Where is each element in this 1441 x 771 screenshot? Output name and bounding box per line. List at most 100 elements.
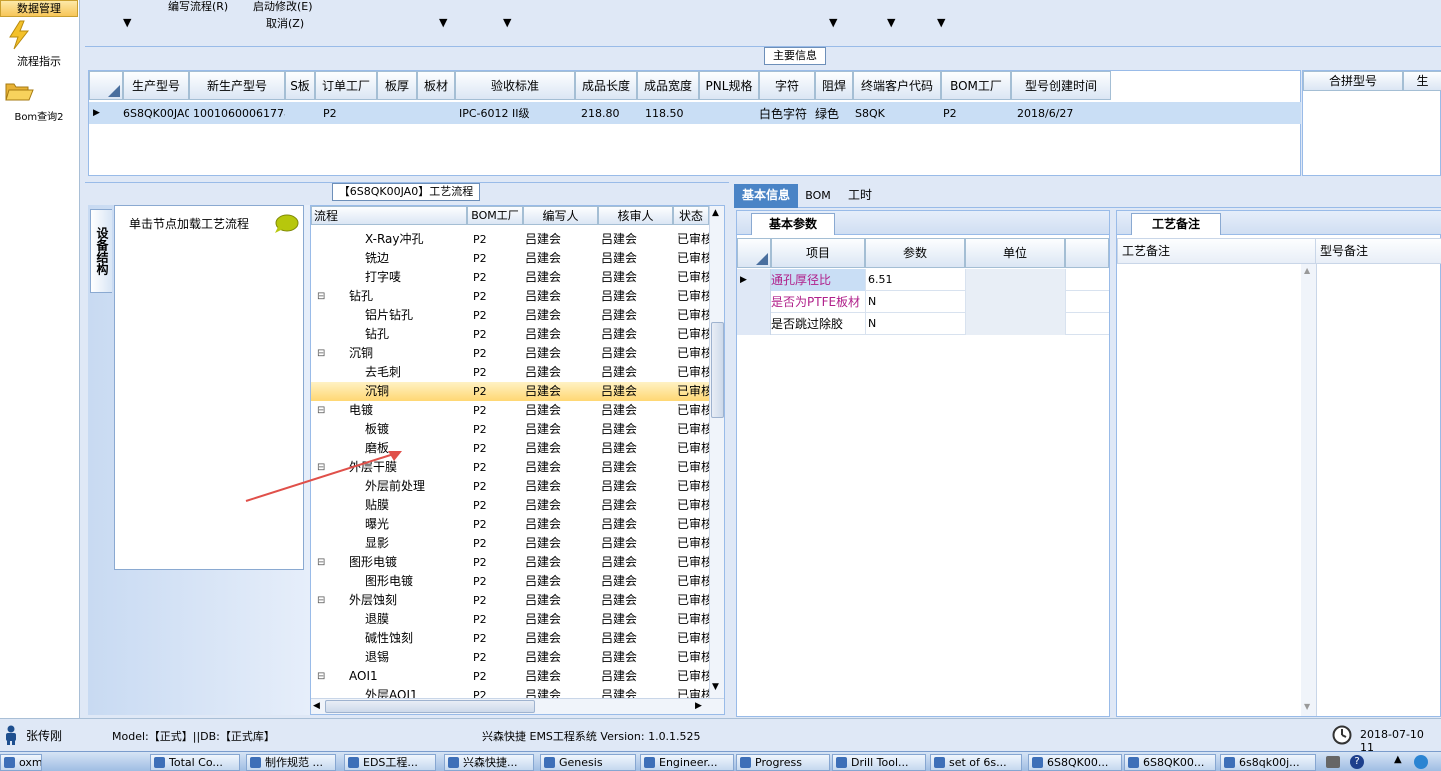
collapse-icon[interactable]: ⊟ [317,591,325,610]
tree-row[interactable]: ⊟ 图形电镀 P2 吕建会 吕建会 已审核 [311,553,709,572]
col-header[interactable]: 状态 [673,206,709,225]
scrollbar-thumb[interactable] [711,322,724,418]
param-value[interactable]: N [865,291,965,313]
taskbar-item[interactable]: 6s8qk00j... [1220,754,1316,771]
scrollbar-thumb[interactable] [325,700,535,713]
vertical-scrollbar[interactable]: ▲ ▼ [709,206,724,698]
collapse-icon[interactable]: ⊟ [317,667,325,686]
tree-row[interactable]: ⊟ 电镀 P2 吕建会 吕建会 已审核 [311,401,709,420]
tree-row[interactable]: 打字唛 P2 吕建会 吕建会 已审核 [311,268,709,287]
tree-row[interactable]: ⊟ 外层蚀刻 P2 吕建会 吕建会 已审核 [311,591,709,610]
tree-row[interactable]: 铝片钻孔 P2 吕建会 吕建会 已审核 [311,306,709,325]
collapse-icon[interactable]: ⊟ [317,553,325,572]
col-header[interactable]: 单位 [965,238,1065,268]
chevron-down-icon[interactable]: ▼ [503,16,511,29]
taskbar-item[interactable]: 兴森快捷... [444,754,534,771]
scroll-down-icon[interactable]: ▼ [1304,702,1310,711]
col-header[interactable]: 阻焊 [815,71,853,100]
taskbar-item[interactable]: 制作规范 ... [246,754,336,771]
menu-write-process[interactable]: 编写流程(R) [168,0,228,14]
tree-row[interactable]: 图形电镀 P2 吕建会 吕建会 已审核 [311,572,709,591]
col-header[interactable]: 流程 [311,206,467,225]
col-header[interactable]: 终端客户代码 [853,71,941,100]
tree-row[interactable]: 沉铜 P2 吕建会 吕建会 已审核 [311,382,709,401]
tray-app-icon[interactable] [1414,755,1428,769]
col-header[interactable]: BOM工厂 [941,71,1011,100]
col-header[interactable]: 核审人 [598,206,673,225]
chevron-down-icon[interactable]: ▼ [123,16,131,29]
tree-row[interactable]: 去毛刺 P2 吕建会 吕建会 已审核 [311,363,709,382]
tab-data-management[interactable]: 数据管理 [0,0,78,17]
menu-start-modify[interactable]: 启动修改(E) [253,0,313,14]
taskbar-item[interactable]: Engineer... [640,754,734,771]
chevron-down-icon[interactable]: ▼ [937,16,945,29]
taskbar-item[interactable]: Progress [736,754,830,771]
tree-row[interactable]: 碱性蚀刻 P2 吕建会 吕建会 已审核 [311,629,709,648]
nav-bom-query[interactable]: Bom查询2 [0,108,78,123]
col-header[interactable]: 项目 [771,238,865,268]
help-icon[interactable]: ? [1350,755,1364,769]
taskbar-item[interactable]: 6S8QK00... [1028,754,1122,771]
vertical-scrollbar[interactable]: ▲ ▼ [1301,264,1316,716]
craft-notes-textarea[interactable]: ▲ ▼ [1117,264,1317,716]
col-header[interactable]: 成品宽度 [637,71,699,100]
tree-row[interactable]: 钻孔 P2 吕建会 吕建会 已审核 [311,325,709,344]
col-header[interactable]: BOM工厂 [467,206,523,225]
chevron-down-icon[interactable]: ▼ [829,16,837,29]
tree-row[interactable]: ⊟ 沉铜 P2 吕建会 吕建会 已审核 [311,344,709,363]
tab-basic-params[interactable]: 基本参数 [751,213,835,235]
tree-row[interactable]: 板镀 P2 吕建会 吕建会 已审核 [311,420,709,439]
taskbar-item[interactable]: set of 6s... [930,754,1022,771]
tree-row[interactable]: 铣边 P2 吕建会 吕建会 已审核 [311,249,709,268]
chevron-down-icon[interactable]: ▼ [887,16,895,29]
tray-arrow-icon[interactable]: ▲ [1394,754,1402,765]
tab-equipment-structure[interactable]: 设备结构 [90,209,112,293]
param-value[interactable]: 6.51 [865,269,965,291]
tree-row[interactable]: 显影 P2 吕建会 吕建会 已审核 [311,534,709,553]
taskbar-item[interactable]: Total Co... [150,754,240,771]
collapse-icon[interactable]: ⊟ [317,344,325,363]
table-row[interactable]: ▶ 6S8QK00JA0 10010600061778 P2 IPC-6012 … [89,102,1301,124]
tab-working-hours[interactable]: 工时 [838,184,882,208]
scroll-up-icon[interactable]: ▲ [712,208,719,218]
tree-row[interactable]: 退锡 P2 吕建会 吕建会 已审核 [311,648,709,667]
lightning-icon[interactable] [6,20,32,50]
scroll-down-icon[interactable]: ▼ [712,682,719,692]
col-header[interactable]: 型号备注 [1315,238,1441,264]
table-row[interactable]: 是否跳过除胶 N [737,313,1109,335]
collapse-icon[interactable]: ⊟ [317,401,325,420]
taskbar-item[interactable]: EDS工程... [344,754,436,771]
col-header[interactable]: 板厚 [377,71,417,100]
table-row[interactable]: ▶ 通孔厚径比 6.51 [737,269,1109,291]
tree-row[interactable]: 曝光 P2 吕建会 吕建会 已审核 [311,515,709,534]
tree-row[interactable]: ⊟ AOI1 P2 吕建会 吕建会 已审核 [311,667,709,686]
col-header[interactable]: 参数 [865,238,965,268]
chevron-down-icon[interactable]: ▼ [439,16,447,29]
col-header[interactable]: 成品长度 [575,71,637,100]
tab-craft-notes[interactable]: 工艺备注 [1131,213,1221,235]
folder-open-icon[interactable] [4,78,34,102]
taskbar-item[interactable]: 6S8QK00... [1124,754,1216,771]
col-header[interactable]: 订单工厂 [315,71,377,100]
col-header[interactable]: S板 [285,71,315,100]
keyboard-icon[interactable] [1326,756,1340,768]
scroll-up-icon[interactable]: ▲ [1304,266,1310,275]
tab-bom[interactable]: BOM [800,184,836,208]
nav-process-indicator[interactable]: 流程指示 [0,53,78,69]
taskbar-item[interactable]: Drill Tool... [832,754,926,771]
col-header[interactable]: 新生产型号 [189,71,285,100]
scroll-left-icon[interactable]: ◀ [313,701,320,711]
scroll-right-icon[interactable]: ▶ [695,701,702,711]
col-header[interactable]: 合拼型号 [1303,71,1403,91]
tree-row[interactable]: X-Ray冲孔 P2 吕建会 吕建会 已审核 [311,230,709,249]
tab-basic-info[interactable]: 基本信息 [734,184,798,208]
col-header[interactable]: 生 [1403,71,1441,91]
col-header[interactable]: 型号创建时间 [1011,71,1111,100]
menu-cancel[interactable]: 取消(Z) [266,15,304,31]
col-header[interactable]: 生产型号 [123,71,189,100]
horizontal-scrollbar[interactable]: ◀ ▶ [311,698,724,714]
col-header[interactable]: 工艺备注 [1117,238,1317,264]
tree-row[interactable]: ⊟ 钻孔 P2 吕建会 吕建会 已审核 [311,287,709,306]
collapse-icon[interactable]: ⊟ [317,287,325,306]
col-header[interactable]: 字符 [759,71,815,100]
